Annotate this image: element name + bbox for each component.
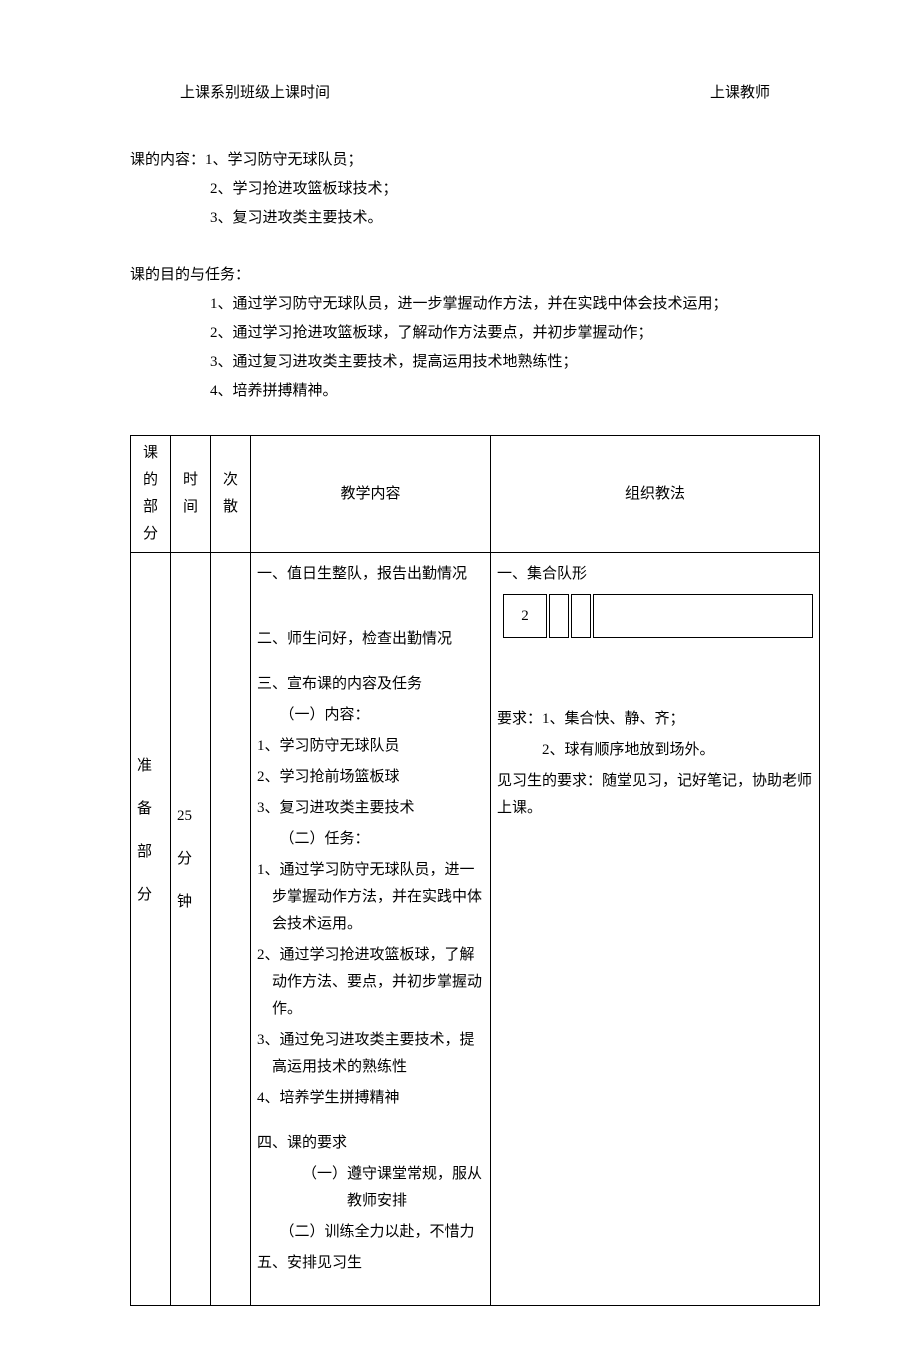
tc-l3b1: 1、通过学习防守无球队员，进一步掌握动作方法，并在实践中体会技术运用。 (272, 857, 484, 938)
formation-box-4 (593, 594, 813, 638)
table-header-row: 课的部分 时间 次散 教学内容 组织教法 (131, 436, 820, 553)
cell-part: 准 备 部 分 (131, 553, 171, 1306)
lesson-purpose-block: 课的目的与任务： 1、通过学习防守无球队员，进一步掌握动作方法，并在实践中体会技… (130, 262, 820, 405)
tc-l3a1: 1、学习防守无球队员 (257, 733, 484, 760)
purpose-item-4: 4、培养拼搏精神。 (210, 378, 820, 405)
m-l3: 见习生的要求：随堂见习，记好笔记，协助老师上课。 (497, 768, 813, 822)
tc-l3: 三、宣布课的内容及任务 (257, 671, 484, 698)
tc-l1: 一、值日生整队，报告出勤情况 (257, 561, 484, 588)
tc-l3b2: 2、通过学习抢进攻篮板球，了解动作方法、要点，并初步掌握动作。 (272, 942, 484, 1023)
lesson-content-block: 课的内容：1、学习防守无球队员； 2、学习抢进攻篮板球技术； 3、复习进攻类主要… (130, 147, 820, 232)
formation-box-1: 2 (503, 594, 547, 638)
tc-l4a: （一）遵守课堂常规，服从教师安排 (325, 1161, 485, 1215)
content-item-1: 1、学习防守无球队员； (205, 152, 363, 168)
tc-l2: 二、师生问好，检查出勤情况 (257, 626, 484, 653)
tc-l3a3: 3、复习进攻类主要技术 (257, 795, 484, 822)
tc-l3b3: 3、通过免习进攻类主要技术，提高运用技术的熟练性 (272, 1027, 484, 1081)
tc-l3b: （二）任务： (257, 826, 484, 853)
formation-box-3 (571, 594, 591, 638)
tc-l3b4: 4、培养学生拼搏精神 (257, 1085, 484, 1112)
th-time: 时间 (171, 436, 211, 553)
tc-l3a: （一）内容： (257, 702, 484, 729)
th-part: 课的部分 (131, 436, 171, 553)
part-char-1: 准 (137, 753, 164, 780)
lesson-table: 课的部分 时间 次散 教学内容 组织教法 准 备 部 分 25 分 钟 一、值日… (130, 435, 820, 1306)
time-unit-1: 分 (177, 846, 204, 873)
formation-box-2 (549, 594, 569, 638)
cell-teaching-content: 一、值日生整队，报告出勤情况 二、师生问好，检查出勤情况 三、宣布课的内容及任务… (251, 553, 491, 1306)
header-right: 上课教师 (710, 80, 820, 107)
header-line: 上课系别班级上课时间 上课教师 (130, 80, 820, 107)
purpose-item-2: 2、通过学习抢进攻篮板球，了解动作方法要点，并初步掌握动作； (210, 320, 820, 347)
time-val: 25 (177, 803, 204, 830)
content-item-3: 3、复习进攻类主要技术。 (210, 205, 820, 232)
cell-ci (211, 553, 251, 1306)
lesson-purpose-label: 课的目的与任务： (130, 262, 820, 289)
m-l2b: 2、球有顺序地放到场外。 (497, 737, 813, 764)
part-char-4: 分 (137, 882, 164, 909)
content-item-2: 2、学习抢进攻篮板球技术； (210, 176, 820, 203)
th-method: 组织教法 (491, 436, 820, 553)
lesson-content-label: 课的内容： (130, 152, 205, 168)
cell-method: 一、集合队形 2 要求：1、集合快、静、齐； 2、球有顺序地放到场外。 见习生的… (491, 553, 820, 1306)
tc-l4: 四、课的要求 (257, 1130, 484, 1157)
m-l1: 一、集合队形 (497, 561, 813, 588)
formation-diagram: 2 (497, 594, 813, 638)
tc-l5: 五、安排见习生 (257, 1250, 484, 1277)
part-char-3: 部 (137, 839, 164, 866)
table-row: 准 备 部 分 25 分 钟 一、值日生整队，报告出勤情况 二、师生问好，检查出… (131, 553, 820, 1306)
part-char-2: 备 (137, 796, 164, 823)
th-ci: 次散 (211, 436, 251, 553)
tc-l4b: （二）训练全力以赴，不惜力 (257, 1219, 484, 1246)
m-l2: 要求：1、集合快、静、齐； (497, 706, 813, 733)
tc-l3a2: 2、学习抢前场篮板球 (257, 764, 484, 791)
purpose-item-3: 3、通过复习进攻类主要技术，提高运用技术地熟练性； (210, 349, 820, 376)
purpose-item-1: 1、通过学习防守无球队员，进一步掌握动作方法，并在实践中体会技术运用； (210, 291, 820, 318)
th-content: 教学内容 (251, 436, 491, 553)
cell-time: 25 分 钟 (171, 553, 211, 1306)
time-unit-2: 钟 (177, 889, 204, 916)
header-left: 上课系别班级上课时间 (130, 80, 710, 107)
